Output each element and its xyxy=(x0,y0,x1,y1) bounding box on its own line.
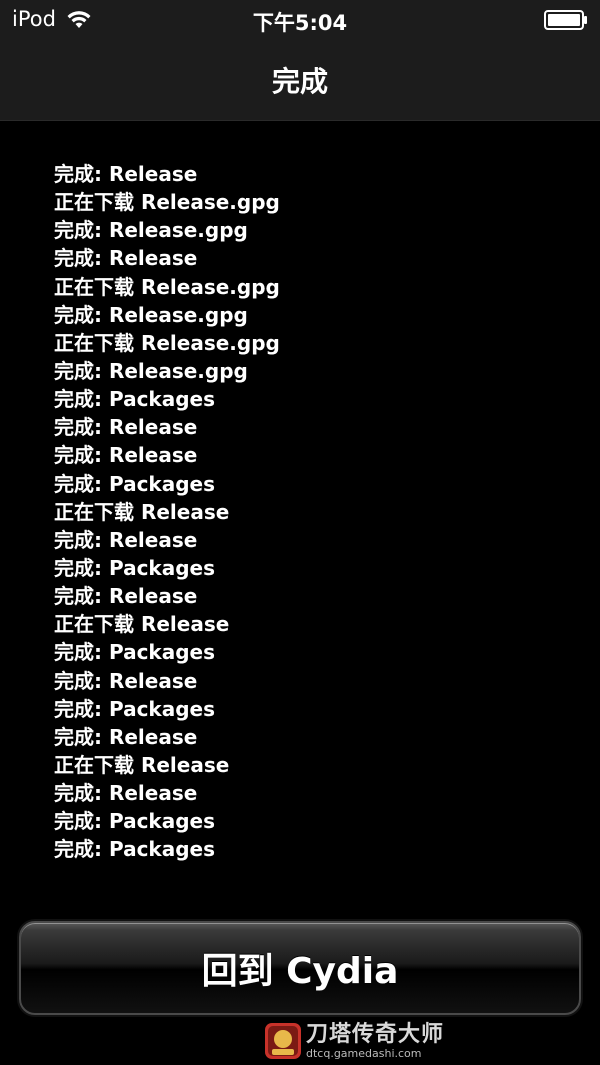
log-line: 正在下载 Release xyxy=(54,752,230,777)
gamedashi-logo-icon xyxy=(265,1023,301,1059)
log-line: 完成: Release xyxy=(54,584,198,609)
log-line: 正在下载 Release.gpg xyxy=(54,274,280,299)
log-line: 完成: Packages xyxy=(54,387,216,412)
watermark: 刀塔传奇大师 dtcq.gamedashi.com xyxy=(264,1020,444,1062)
navigation-bar: 完成 xyxy=(0,40,600,121)
log-line: 完成: Release.gpg xyxy=(54,358,248,383)
watermark-title: 刀塔传奇大师 xyxy=(306,1021,445,1047)
status-time: 下午5:04 xyxy=(252,11,348,35)
log-line: 完成: Release xyxy=(54,781,198,806)
log-line: 完成: Release xyxy=(54,415,198,440)
log-line: 完成: Packages xyxy=(54,555,216,580)
log-line: 完成: Release.gpg xyxy=(54,218,248,243)
battery-icon xyxy=(544,10,587,30)
return-to-cydia-button[interactable]: 回到 Cydia xyxy=(19,921,581,1015)
log-line: 完成: Packages xyxy=(54,837,216,862)
page-title: 完成 xyxy=(271,65,328,98)
log-line: 完成: Packages xyxy=(54,471,216,496)
log-line: 正在下载 Release.gpg xyxy=(54,330,280,355)
log-line: 完成: Release xyxy=(54,246,198,271)
log-line: 完成: Release xyxy=(54,443,198,468)
log-line: 完成: Release xyxy=(54,162,198,186)
log-line: 完成: Release.gpg xyxy=(54,302,248,327)
log-line: 正在下载 Release xyxy=(54,612,230,637)
status-bar: iPod 下午5:04 xyxy=(0,0,600,40)
log-line: 正在下载 Release.gpg xyxy=(54,190,280,215)
log-line: 完成: Packages xyxy=(54,809,216,834)
log-line: 完成: Release xyxy=(54,527,198,552)
return-to-cydia-label: 回到 Cydia xyxy=(201,951,399,992)
log-line: 完成: Release xyxy=(54,668,198,693)
log-line: 完成: Packages xyxy=(54,640,216,665)
log-line: 完成: Release xyxy=(54,724,198,749)
screen: iPod 下午5:04 完成 完成: Release 正在下载 Release.g… xyxy=(0,0,600,1065)
download-log: 完成: Release 正在下载 Release.gpg 完成: Release.g… xyxy=(54,160,574,864)
watermark-text: 刀塔传奇大师 dtcq.gamedashi.com xyxy=(306,1021,445,1060)
watermark-url: dtcq.gamedashi.com xyxy=(306,1046,422,1060)
log-line: 正在下载 Release xyxy=(54,499,230,524)
log-line: 完成: Packages xyxy=(54,696,216,721)
